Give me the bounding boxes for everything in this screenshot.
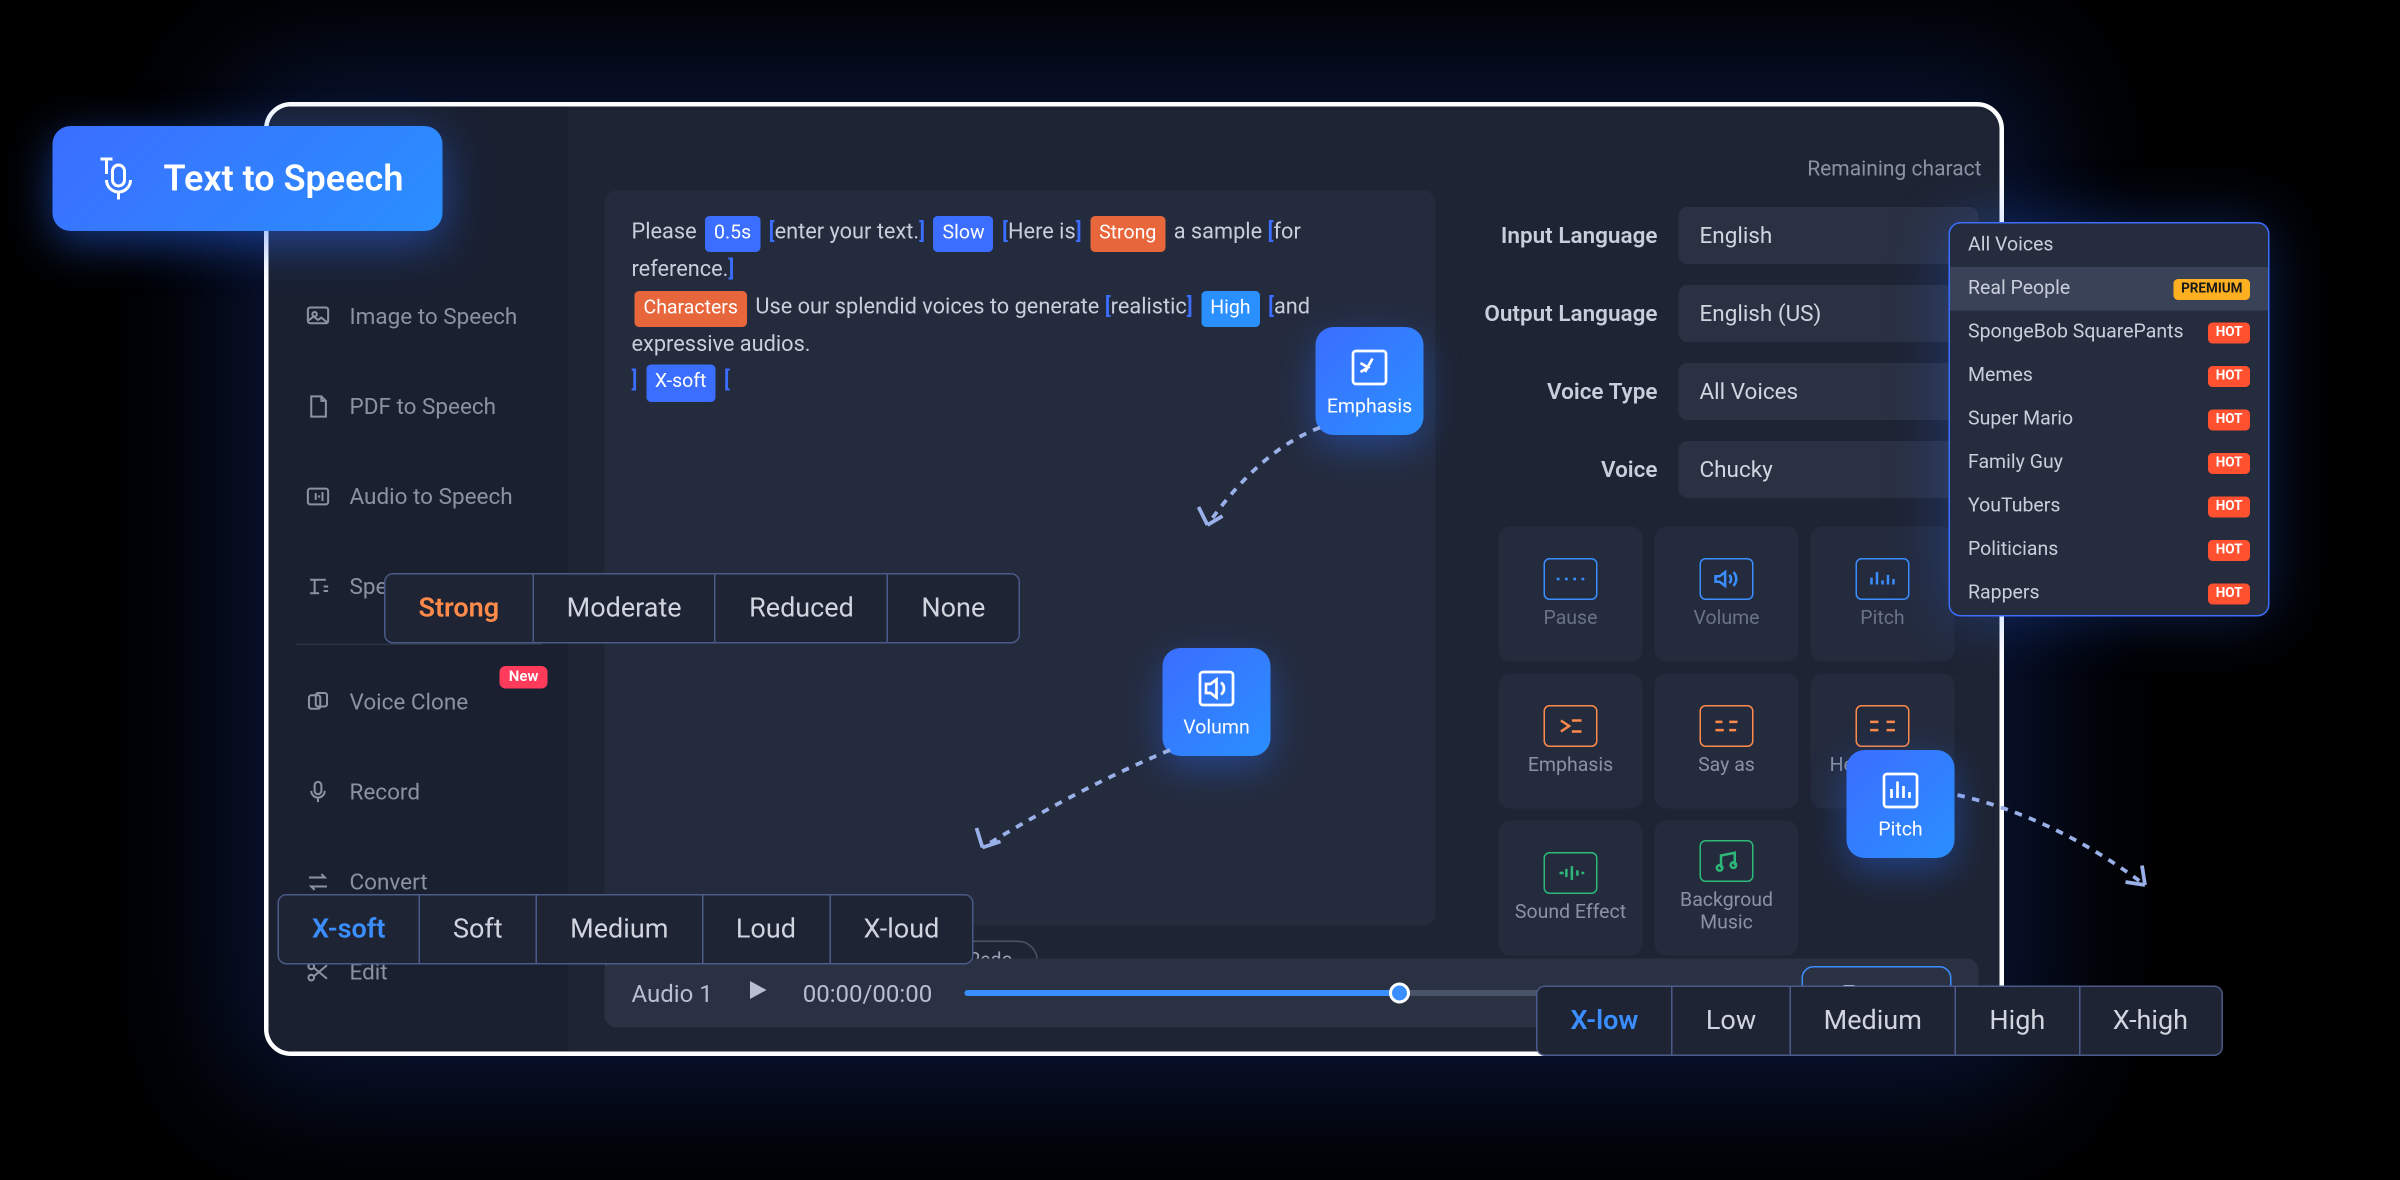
volume-opt-loud[interactable]: Loud <box>703 896 831 964</box>
music-icon <box>1700 840 1754 882</box>
settings-panel: Input Language English Output Language Eng… <box>1463 197 1979 509</box>
sound-effect-icon <box>1544 851 1598 893</box>
sidebar-item-label: Record <box>350 779 421 806</box>
divider <box>296 644 542 646</box>
volume-opt-medium[interactable]: Medium <box>537 896 703 964</box>
audio-name: Audio 1 <box>632 979 713 1008</box>
voice-type-select[interactable]: All Voices <box>1679 363 1979 420</box>
pause-tag[interactable]: 0.5s <box>705 216 760 252</box>
sidebar-item-audio-to-speech[interactable]: Audio to Speech <box>269 452 569 542</box>
sidebar-item-image-to-speech[interactable]: Image to Speech <box>269 272 569 362</box>
voice-menu-item[interactable]: MemesHOT <box>1950 354 2268 398</box>
emphasis-opt-none[interactable]: None <box>888 575 1018 643</box>
clone-icon <box>305 689 332 716</box>
tool-say-as[interactable]: Say as <box>1655 674 1799 809</box>
voice-menu-item[interactable]: PoliticiansHOT <box>1950 528 2268 572</box>
play-button[interactable] <box>746 978 770 1008</box>
pitch-opt-medium[interactable]: Medium <box>1791 987 1957 1055</box>
volume-card-icon <box>1194 665 1239 710</box>
pitch-icon <box>1856 557 1910 599</box>
tool-background-music[interactable]: Backgroud Music <box>1655 821 1799 956</box>
pitch-opt-low[interactable]: Low <box>1673 987 1791 1055</box>
input-language-select[interactable]: English <box>1679 207 1979 264</box>
voice-menu-item[interactable]: Real PeoplePREMIUM <box>1950 267 2268 311</box>
sidebar-item-voice-clone[interactable]: Voice Clone New <box>269 657 569 747</box>
pitch-tag[interactable]: High <box>1201 291 1259 327</box>
voice-type-dropdown: All VoicesReal PeoplePREMIUMSpongeBob Sq… <box>1949 222 2270 617</box>
characters-tag[interactable]: Characters <box>635 291 747 327</box>
output-language-select[interactable]: English (US) <box>1679 285 1979 342</box>
voice-menu-item[interactable]: RappersHOT <box>1950 572 2268 616</box>
speed-tag[interactable]: Slow <box>934 216 994 252</box>
voice-type-label: Voice Type <box>1463 378 1658 405</box>
image-icon <box>305 303 332 330</box>
sidebar-item-label: Image to Speech <box>350 303 518 330</box>
volume-tag[interactable]: X-soft <box>646 365 716 401</box>
volume-card: Volumn <box>1163 648 1271 756</box>
emphasis-options: Strong Moderate Reduced None <box>384 573 1020 644</box>
tool-pause[interactable]: Pause <box>1499 527 1643 662</box>
voice-menu-item[interactable]: Family GuyHOT <box>1950 441 2268 485</box>
emphasis-tag[interactable]: Strong <box>1090 216 1165 252</box>
emphasis-opt-strong[interactable]: Strong <box>386 575 534 643</box>
text-icon <box>305 573 332 600</box>
voice-label: Voice <box>1463 456 1658 483</box>
pitch-options: X-low Low Medium High X-high <box>1536 986 2223 1057</box>
voice-select[interactable]: Chucky <box>1679 441 1979 498</box>
convert-icon <box>305 869 332 896</box>
emphasis-card-icon <box>1347 344 1392 389</box>
pitch-opt-xlow[interactable]: X-low <box>1538 987 1673 1055</box>
voice-menu-item[interactable]: YouTubersHOT <box>1950 485 2268 529</box>
tool-volume[interactable]: Volume <box>1655 527 1799 662</box>
emphasis-opt-reduced[interactable]: Reduced <box>716 575 888 643</box>
sidebar-item-label: Convert <box>350 869 428 896</box>
volume-icon <box>1700 557 1754 599</box>
volume-options: X-soft Soft Medium Loud X-loud <box>278 894 974 965</box>
tool-pitch[interactable]: Pitch <box>1811 527 1955 662</box>
new-badge: New <box>500 666 548 689</box>
sidebar-item-pdf-to-speech[interactable]: PDF to Speech <box>269 362 569 452</box>
mic-badge-icon <box>92 153 143 204</box>
pitch-card: Pitch <box>1847 750 1955 858</box>
output-language-label: Output Language <box>1463 300 1658 327</box>
volume-opt-soft[interactable]: Soft <box>420 896 537 964</box>
pitch-opt-high[interactable]: High <box>1956 987 2079 1055</box>
tool-emphasis[interactable]: Emphasis <box>1499 674 1643 809</box>
say-as-icon <box>1700 704 1754 746</box>
heteronyms-icon <box>1856 704 1910 746</box>
sidebar-item-label: Audio to Speech <box>350 483 513 510</box>
emphasis-opt-moderate[interactable]: Moderate <box>534 575 716 643</box>
voice-menu-item[interactable]: SpongeBob SquarePantsHOT <box>1950 311 2268 355</box>
pitch-card-icon <box>1878 767 1923 812</box>
pause-icon <box>1544 557 1598 599</box>
tool-grid: Pause Volume Pitch Emphasis Say as Heter… <box>1499 527 1955 956</box>
pdf-icon <box>305 393 332 420</box>
sidebar-item-label: PDF to Speech <box>350 393 497 420</box>
mic-icon <box>305 779 332 806</box>
tool-sound-effect[interactable]: Sound Effect <box>1499 821 1643 956</box>
emphasis-card: Emphasis <box>1316 327 1424 435</box>
sidebar-item-record[interactable]: Record <box>269 747 569 837</box>
input-language-label: Input Language <box>1463 222 1658 249</box>
pitch-opt-xhigh[interactable]: X-high <box>2080 987 2221 1055</box>
volume-opt-xsoft[interactable]: X-soft <box>279 896 420 964</box>
audio-icon <box>305 483 332 510</box>
remaining-characters-label: Remaining charact <box>1807 158 1981 182</box>
audio-time: 00:00/00:00 <box>803 979 932 1008</box>
voice-menu-item[interactable]: All Voices <box>1950 224 2268 268</box>
sidebar-item-label: Voice Clone <box>350 689 469 716</box>
volume-opt-xloud[interactable]: X-loud <box>830 896 972 964</box>
text-to-speech-badge: Text to Speech <box>53 126 443 231</box>
emphasis-icon <box>1544 704 1598 746</box>
text-editor[interactable]: Please 0.5s [enter your text.] Slow [Her… <box>605 191 1436 926</box>
badge-title: Text to Speech <box>164 158 404 200</box>
voice-menu-item[interactable]: Super MarioHOT <box>1950 398 2268 442</box>
